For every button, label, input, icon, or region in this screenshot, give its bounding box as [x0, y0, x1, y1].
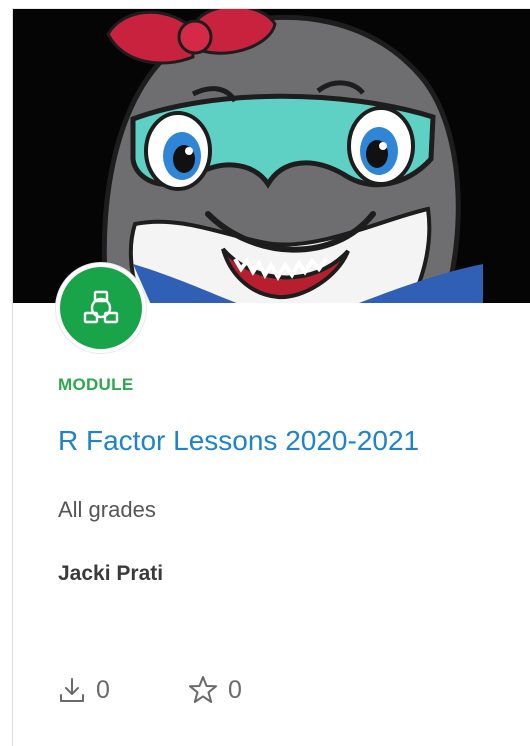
download-icon — [60, 678, 84, 702]
dolphin-mascot-image — [13, 9, 530, 303]
module-type-badge — [56, 263, 146, 353]
module-icon — [83, 290, 119, 324]
downloads-count: 0 — [96, 675, 110, 704]
downloads-stat[interactable]: 0 — [58, 674, 110, 706]
module-badge-circle — [60, 267, 142, 349]
favorites-count: 0 — [228, 675, 242, 704]
grades-text: All grades — [58, 497, 156, 522]
resource-type-label: MODULE — [58, 375, 134, 394]
author-name: Jacki Prati — [58, 562, 164, 585]
resource-card[interactable]: MODULE R Factor Lessons 2020-2021 All gr… — [12, 8, 530, 746]
favorite-stat[interactable]: 0 — [188, 674, 242, 706]
card-thumbnail[interactable] — [13, 9, 530, 303]
resource-title-link[interactable]: R Factor Lessons 2020-2021 — [58, 425, 419, 457]
star-icon[interactable] — [188, 675, 218, 705]
